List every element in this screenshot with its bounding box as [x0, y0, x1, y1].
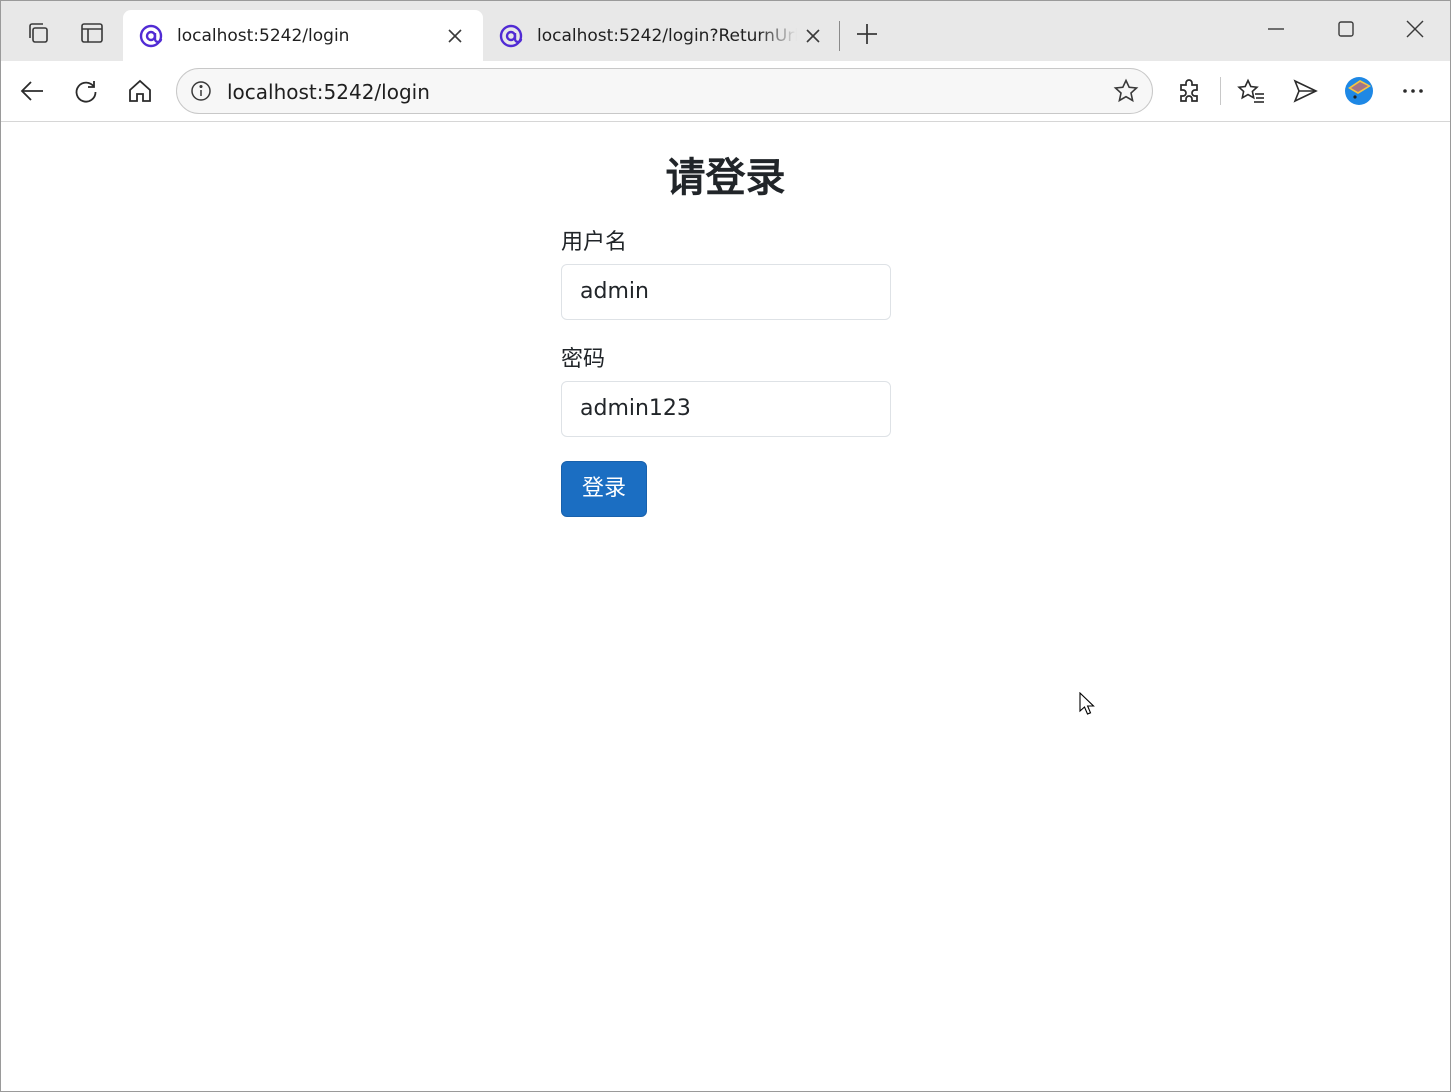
puzzle-icon[interactable]	[1172, 73, 1208, 109]
browser-window: localhost:5242/login localhost:5242/logi…	[0, 0, 1451, 1092]
close-icon[interactable]	[797, 20, 829, 52]
username-field-group: 用户名 admin	[561, 228, 891, 320]
more-icon[interactable]	[1395, 73, 1431, 109]
browser-toolbar: localhost:5242/login	[1, 61, 1450, 122]
close-icon[interactable]	[439, 20, 471, 52]
info-icon[interactable]	[189, 79, 213, 103]
mouse-cursor-icon	[1079, 692, 1095, 715]
page-title: 请登录	[665, 155, 786, 201]
send-icon[interactable]	[1287, 73, 1323, 109]
blazor-favicon-icon	[139, 24, 163, 48]
plus-icon[interactable]	[849, 16, 885, 52]
page-content: 请登录 用户名 admin 密码 admin123 登录	[1, 122, 1450, 1091]
maximize-icon[interactable]	[1326, 11, 1366, 47]
back-arrow-icon[interactable]	[14, 73, 50, 109]
password-label: 密码	[561, 347, 606, 372]
home-icon[interactable]	[122, 73, 158, 109]
username-input[interactable]: admin	[561, 264, 891, 320]
blazor-favicon-icon	[499, 24, 523, 48]
tab-strip: localhost:5242/login localhost:5242/logi…	[1, 1, 1450, 61]
login-form: 用户名 admin 密码 admin123 登录	[561, 228, 891, 517]
workspaces-icon[interactable]	[20, 15, 56, 51]
minimize-icon[interactable]	[1256, 11, 1296, 47]
url-text[interactable]: localhost:5242/login	[227, 80, 430, 104]
tab-divider	[839, 21, 840, 51]
favorites-icon[interactable]	[1233, 73, 1269, 109]
username-label: 用户名	[561, 230, 628, 255]
tab-title: localhost:5242/login?ReturnUrl=	[537, 25, 797, 46]
login-button[interactable]: 登录	[561, 461, 647, 517]
vertical-tabs-icon[interactable]	[74, 15, 110, 51]
refresh-icon[interactable]	[68, 73, 104, 109]
profile-avatar-icon[interactable]	[1341, 73, 1377, 109]
address-bar[interactable]: localhost:5242/login	[176, 68, 1153, 114]
tab-login-active[interactable]: localhost:5242/login	[123, 10, 483, 61]
toolbar-divider	[1220, 77, 1221, 105]
star-icon[interactable]	[1112, 77, 1140, 105]
password-field-group: 密码 admin123	[561, 345, 891, 437]
password-input[interactable]: admin123	[561, 381, 891, 437]
tab-title: localhost:5242/login	[177, 25, 350, 46]
window-close-icon[interactable]	[1395, 11, 1435, 47]
tab-login-returnurl[interactable]: localhost:5242/login?ReturnUrl=	[483, 10, 839, 61]
